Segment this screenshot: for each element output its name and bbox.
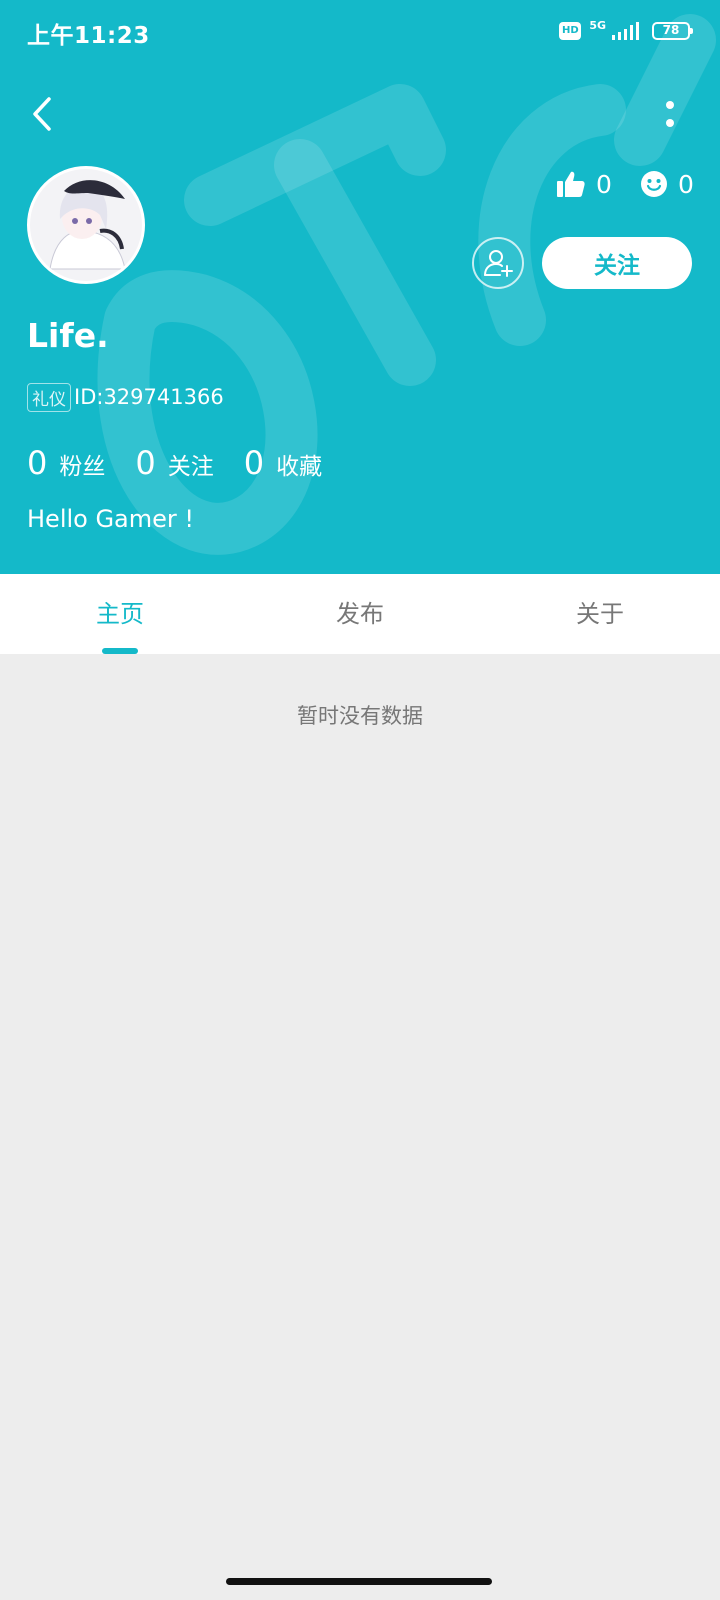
hd-icon: HD <box>559 22 582 40</box>
active-tab-indicator <box>102 648 138 654</box>
tab-posts[interactable]: 发布 <box>240 574 480 654</box>
status-time: 上午11:23 <box>27 23 150 49</box>
back-button[interactable] <box>24 92 60 136</box>
thumbs-up-icon <box>557 171 585 197</box>
tab-home-label: 主页 <box>96 600 144 628</box>
profile-tabs: 主页 发布 关于 <box>0 574 720 654</box>
user-bio: Hello Gamer ! <box>27 505 195 533</box>
smile-count[interactable]: 0 <box>640 166 694 202</box>
following-stat[interactable]: 0 关注 <box>135 444 213 482</box>
user-id: ID:329741366 <box>74 385 224 409</box>
following-label: 关注 <box>167 454 214 480</box>
like-count-value: 0 <box>596 169 612 199</box>
user-id-row: 礼仪 ID:329741366 <box>27 382 224 412</box>
follow-button[interactable]: 关注 <box>542 237 692 289</box>
network-type: 5G <box>589 18 606 32</box>
like-count[interactable]: 0 <box>556 166 612 202</box>
smile-icon <box>641 171 667 197</box>
user-tag-badge: 礼仪 <box>27 382 71 412</box>
more-options-button[interactable] <box>652 96 688 136</box>
home-indicator[interactable] <box>226 1578 492 1585</box>
status-bar: 上午11:23 HD 5G 78 <box>0 0 720 62</box>
profile-header: 上午11:23 HD 5G 78 0 0 关注 Life. 礼仪 ID:3297… <box>0 0 720 574</box>
followers-stat[interactable]: 0 粉丝 <box>27 444 105 482</box>
chevron-left-icon <box>33 97 51 131</box>
following-count: 0 <box>135 444 156 482</box>
battery-level: 78 <box>662 23 680 37</box>
followers-label: 粉丝 <box>59 454 106 480</box>
add-friend-button[interactable] <box>472 237 524 289</box>
tab-home[interactable]: 主页 <box>0 574 240 654</box>
followers-count: 0 <box>27 444 48 482</box>
stats-row: 0 粉丝 0 关注 0 收藏 <box>27 444 352 482</box>
tab-about[interactable]: 关于 <box>480 574 720 654</box>
smile-count-value: 0 <box>678 169 694 199</box>
battery-icon: 78 <box>652 22 693 40</box>
tab-posts-label: 发布 <box>336 600 384 628</box>
favorites-count: 0 <box>243 444 265 482</box>
username: Life. <box>27 316 109 355</box>
avatar-image <box>30 169 142 281</box>
status-icons: HD 5G 78 <box>559 16 693 46</box>
favorites-stat[interactable]: 0 收藏 <box>244 444 322 482</box>
signal-icon <box>612 22 639 40</box>
add-user-icon <box>484 250 513 277</box>
more-vertical-icon <box>666 101 674 127</box>
empty-state-text: 暂时没有数据 <box>297 704 423 728</box>
avatar[interactable] <box>27 166 145 284</box>
tab-about-label: 关于 <box>576 600 624 628</box>
favorites-label: 收藏 <box>276 454 323 480</box>
